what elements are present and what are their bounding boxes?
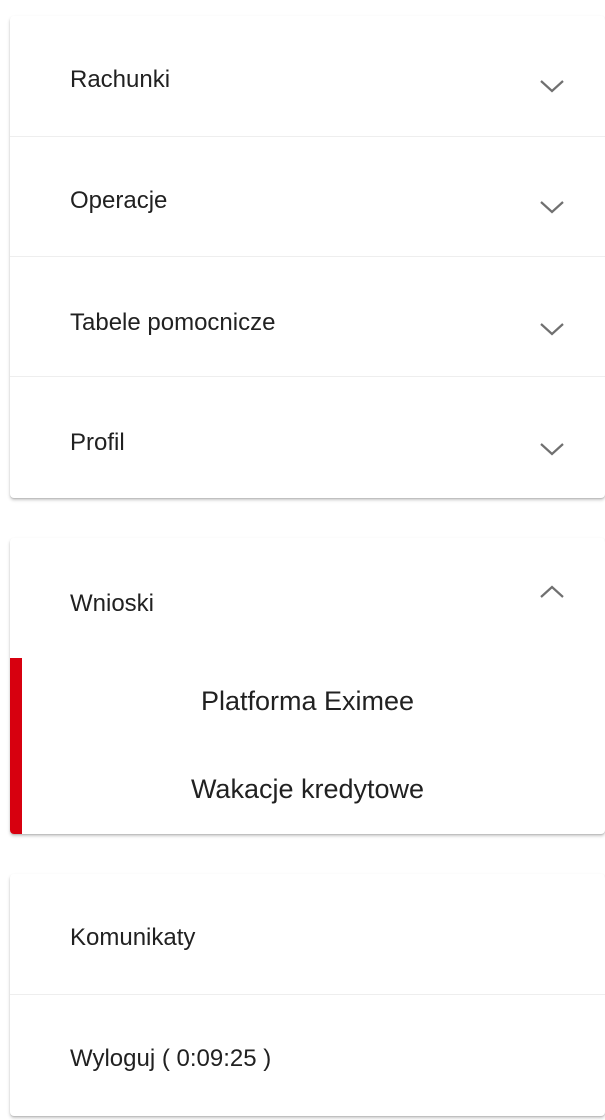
menu-group-wnioski: Wnioski Platforma Eximee Wakacje kredyto… — [10, 538, 605, 834]
menu-item-wyloguj[interactable]: Wyloguj ( 0:09:25 ) — [10, 994, 605, 1116]
chevron-down-icon[interactable] — [539, 78, 565, 94]
submenu-item-wakacje-kredytowe[interactable]: Wakacje kredytowe — [10, 774, 605, 805]
menu-item-label: Rachunki — [70, 66, 171, 93]
menu-item-tabele-pomocnicze[interactable]: Tabele pomocnicze — [10, 256, 605, 376]
submenu-wnioski: Platforma Eximee Wakacje kredytowe — [10, 658, 605, 834]
chevron-up-icon[interactable] — [539, 584, 565, 600]
submenu-item-platforma-eximee[interactable]: Platforma Eximee — [10, 686, 605, 717]
menu-item-label: Operacje — [70, 187, 168, 214]
menu-item-label: Wnioski — [70, 590, 155, 617]
active-accent-bar — [10, 658, 22, 834]
logout-label-with-timer: Wyloguj ( 0:09:25 ) — [70, 1045, 272, 1072]
menu-item-komunikaty[interactable]: Komunikaty — [10, 874, 605, 994]
menu-item-label: Profil — [70, 429, 125, 456]
menu-group-bottom: Komunikaty Wyloguj ( 0:09:25 ) — [10, 874, 605, 1116]
chevron-down-icon[interactable] — [539, 441, 565, 457]
menu-item-label: Tabele pomocnicze — [70, 309, 276, 336]
menu-item-label: Komunikaty — [70, 924, 196, 951]
chevron-down-icon[interactable] — [539, 321, 565, 337]
menu-item-profil[interactable]: Profil — [10, 376, 605, 498]
chevron-down-icon[interactable] — [539, 199, 565, 215]
menu-item-operacje[interactable]: Operacje — [10, 136, 605, 256]
menu-group-main: Rachunki Operacje Tabele pomocnicze Prof… — [10, 16, 605, 498]
navigation-menu-page: Rachunki Operacje Tabele pomocnicze Prof… — [0, 0, 605, 1120]
menu-item-wnioski[interactable]: Wnioski — [10, 538, 605, 658]
menu-item-rachunki[interactable]: Rachunki — [10, 16, 605, 136]
